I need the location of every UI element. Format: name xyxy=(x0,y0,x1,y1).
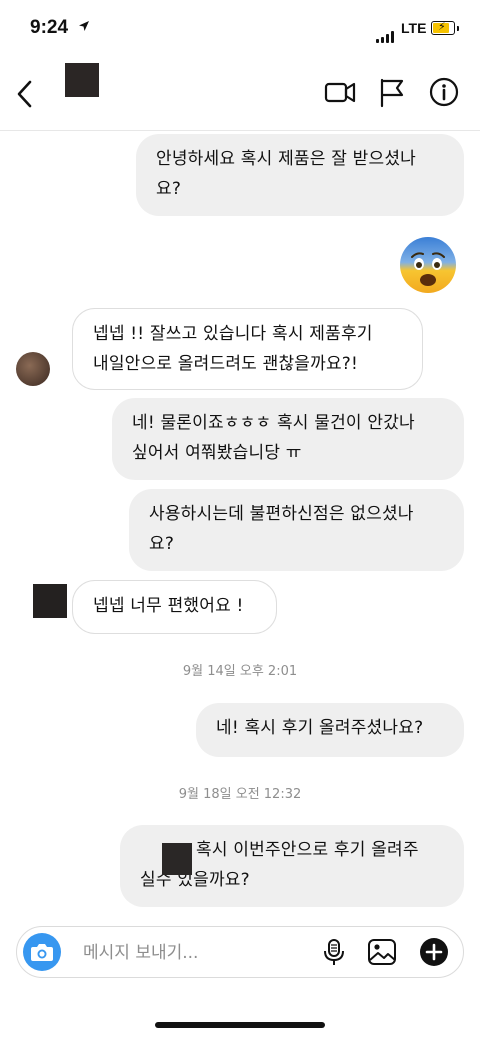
message-line: 네! 혹시 후기 올려주셨나요? xyxy=(216,718,424,738)
message-line: 혹시 이번주안으로 후기 올려주 xyxy=(196,840,419,860)
camera-button[interactable] xyxy=(23,933,61,971)
location-arrow-icon xyxy=(79,21,89,31)
sender-avatar[interactable] xyxy=(16,352,50,386)
home-indicator[interactable] xyxy=(155,1022,325,1028)
redaction-block xyxy=(162,843,192,875)
sender-avatar[interactable] xyxy=(33,584,67,618)
message-line: 요? xyxy=(156,179,182,199)
message-bubble-outgoing[interactable]: 안녕하세요 혹시 제품은 잘 받으셨나 요? xyxy=(136,134,464,216)
add-icon[interactable] xyxy=(419,937,449,967)
microphone-icon[interactable] xyxy=(319,937,349,967)
message-bubble-incoming[interactable]: 넵넵 너무 편했어요 ! xyxy=(72,580,277,634)
message-line: 싶어서 여쭤봤습니당 ㅠ xyxy=(132,443,302,463)
message-line: 안녕하세요 혹시 제품은 잘 받으셨나 xyxy=(156,149,417,169)
anxious-face-emoji xyxy=(400,237,456,293)
message-bubble-outgoing[interactable]: 네! 혹시 후기 올려주셨나요? xyxy=(196,703,464,757)
battery-icon: ⚡ xyxy=(431,21,459,35)
message-line: 넵넵 너무 편했어요 ! xyxy=(93,596,244,616)
message-input[interactable] xyxy=(81,938,305,968)
message-bubble-incoming[interactable]: 넵넵 !! 잘쓰고 있습니다 혹시 제품후기 내일안으로 올려드려도 괜찮을까요… xyxy=(72,308,423,390)
status-time: 9:24 xyxy=(30,17,69,38)
message-line: 넵넵 !! 잘쓰고 있습니다 혹시 제품후기 xyxy=(93,324,373,344)
status-bar: 9:24 LTE ⚡ xyxy=(0,0,480,58)
message-composer xyxy=(16,926,464,978)
message-line: 사용하시는데 불편하신점은 없으셨나 xyxy=(149,504,414,524)
camera-icon xyxy=(31,944,53,961)
message-line: 요? xyxy=(149,534,175,554)
back-icon[interactable] xyxy=(12,76,38,112)
network-type: LTE xyxy=(401,20,427,36)
info-icon[interactable] xyxy=(428,76,460,108)
message-line: 네! 물론이죠ㅎㅎㅎ 혹시 물건이 안갔나 xyxy=(132,413,415,433)
chat-header xyxy=(0,58,480,131)
message-line: 내일안으로 올려드려도 괜찮을까요?! xyxy=(93,354,359,374)
video-call-icon[interactable] xyxy=(324,76,356,108)
timestamp: 9월 14일 오후 2:01 xyxy=(182,664,298,679)
flag-icon[interactable] xyxy=(376,76,408,108)
gallery-icon[interactable] xyxy=(367,937,397,967)
signal-strength-icon xyxy=(376,24,396,43)
contact-avatar[interactable] xyxy=(65,63,99,97)
timestamp: 9월 18일 오전 12:32 xyxy=(178,787,302,802)
message-bubble-outgoing[interactable]: 네! 물론이죠ㅎㅎㅎ 혹시 물건이 안갔나 싶어서 여쭤봤습니당 ㅠ xyxy=(112,398,464,480)
message-bubble-outgoing[interactable]: 사용하시는데 불편하신점은 없으셨나 요? xyxy=(129,489,464,571)
